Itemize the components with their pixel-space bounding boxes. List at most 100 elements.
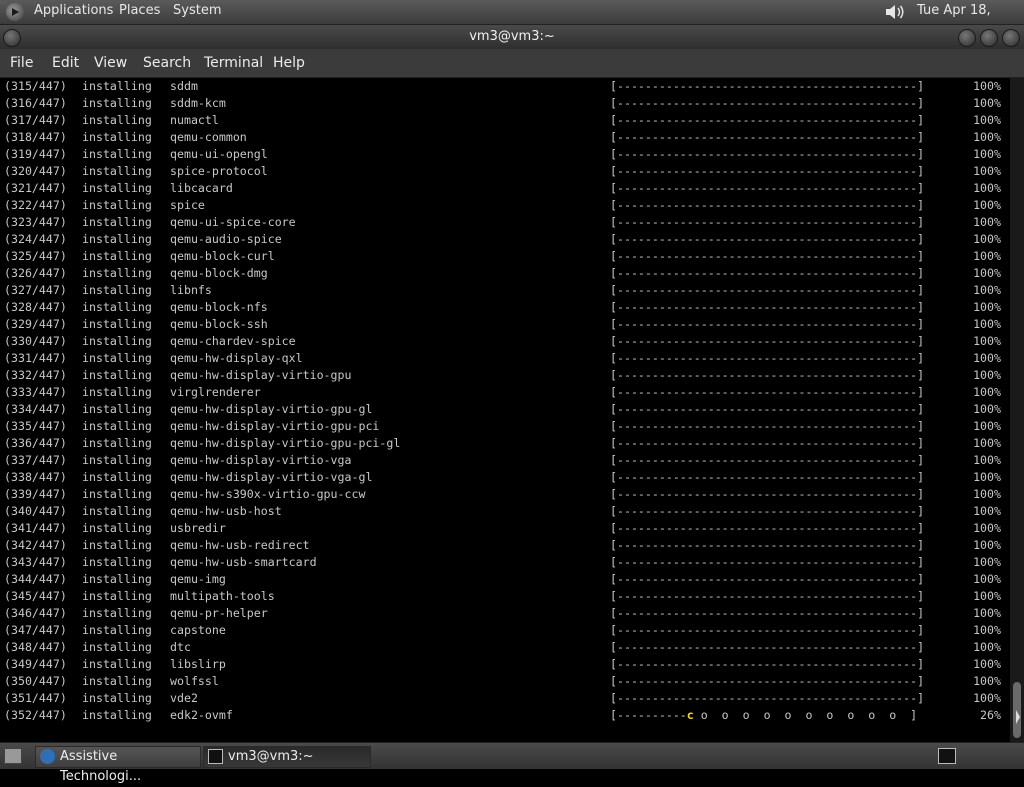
action-label: installing	[82, 181, 152, 195]
progress-percent: 100%	[973, 385, 1001, 399]
terminal-line: (320/447) installing spice-protocol [------…	[4, 163, 1009, 180]
package-name: sddm-kcm	[170, 96, 226, 110]
menu-help[interactable]: Help	[273, 49, 305, 77]
progress-percent: 100%	[973, 657, 1001, 671]
close-button[interactable]	[1002, 29, 1020, 47]
progress-bar: [---------------------------------------…	[610, 198, 925, 212]
progress-bar: [---------------------------------------…	[610, 504, 925, 518]
progress-bar: [---------------------------------------…	[610, 487, 925, 501]
progress-percent: 100%	[973, 147, 1001, 161]
package-index: (324/447)	[4, 232, 67, 246]
places-menu[interactable]: Places	[119, 0, 160, 24]
menu-edit[interactable]: Edit	[52, 49, 79, 77]
package-index: (316/447)	[4, 96, 67, 110]
package-name: libcacard	[170, 181, 233, 195]
terminal-line: (319/447) installing qemu-ui-opengl [------…	[4, 146, 1009, 163]
progress-percent: 100%	[973, 215, 1001, 229]
progress-bar: [---------------------------------------…	[610, 368, 925, 382]
progress-bar: [---------------------------------------…	[610, 147, 925, 161]
terminal-line: (326/447) installing qemu-block-dmg [------…	[4, 265, 1009, 282]
progress-bar: [---------------------------------------…	[610, 623, 925, 637]
taskbar-item-label: vm3@vm3:~	[228, 749, 314, 764]
package-name: qemu-block-curl	[170, 249, 275, 263]
progress-bar: [---------------------------------------…	[610, 453, 925, 467]
action-label: installing	[82, 521, 152, 535]
applications-menu[interactable]: Applications	[34, 0, 113, 24]
taskbar-item-assistive[interactable]: Assistive Technologi...	[35, 746, 201, 784]
package-name: qemu-hw-usb-host	[170, 504, 282, 518]
package-index: (329/447)	[4, 317, 67, 331]
terminal-line: (323/447) installing qemu-ui-spice-core [--…	[4, 214, 1009, 231]
progress-percent: 100%	[973, 249, 1001, 263]
terminal-scrollbar[interactable]	[1010, 78, 1024, 742]
action-label: installing	[82, 657, 152, 671]
menu-file[interactable]: File	[10, 49, 33, 77]
progress-percent: 100%	[973, 691, 1001, 705]
progress-percent: 100%	[973, 538, 1001, 552]
action-label: installing	[82, 96, 152, 110]
progress-bar: [---------------------------------------…	[610, 419, 925, 433]
package-index: (339/447)	[4, 487, 67, 501]
progress-percent: 100%	[973, 198, 1001, 212]
package-index: (341/447)	[4, 521, 67, 535]
tray-terminal-icon[interactable]	[938, 748, 956, 764]
system-menu[interactable]: System	[173, 0, 221, 24]
terminal-line: (338/447) installing qemu-hw-display-virti…	[4, 469, 1009, 486]
progress-percent: 100%	[973, 368, 1001, 382]
terminal-line: (331/447) installing qemu-hw-display-qxl [-…	[4, 350, 1009, 367]
taskbar-item-terminal[interactable]: vm3@vm3:~	[203, 746, 371, 768]
package-name: qemu-hw-display-qxl	[170, 351, 303, 365]
terminal-line: (315/447) installing sddm [----------------…	[4, 78, 1009, 95]
package-name: qemu-block-ssh	[170, 317, 268, 331]
menu-search[interactable]: Search	[143, 49, 191, 77]
action-label: installing	[82, 453, 152, 467]
distro-logo-icon[interactable]	[6, 3, 24, 21]
progress-percent: 100%	[973, 266, 1001, 280]
package-index: (342/447)	[4, 538, 67, 552]
package-index: (330/447)	[4, 334, 67, 348]
progress-bar: [---------------------------------------…	[610, 674, 925, 688]
action-label: installing	[82, 691, 152, 705]
volume-icon[interactable]	[884, 3, 906, 21]
menubar: File Edit View Search Terminal Help	[0, 49, 1024, 78]
package-name: qemu-hw-display-virtio-gpu-pci-gl	[170, 436, 401, 450]
window-titlebar[interactable]: vm3@vm3:~	[0, 25, 1024, 49]
progress-percent: 100%	[973, 96, 1001, 110]
top-panel: Applications Places System Tue Apr 18, 0…	[0, 0, 1024, 40]
terminal-line: (332/447) installing qemu-hw-display-virti…	[4, 367, 1009, 384]
package-name: qemu-hw-usb-redirect	[170, 538, 310, 552]
progress-bar: [---------------------------------------…	[610, 640, 925, 654]
package-name: qemu-hw-display-virtio-gpu-gl	[170, 402, 373, 416]
terminal-icon	[208, 749, 223, 764]
package-index: (319/447)	[4, 147, 67, 161]
package-index: (327/447)	[4, 283, 67, 297]
progress-bar: [---------------------------------------…	[610, 470, 925, 484]
maximize-button[interactable]	[980, 29, 998, 47]
terminal-line: (342/447) installing qemu-hw-usb-redirect […	[4, 537, 1009, 554]
menu-view[interactable]: View	[94, 49, 127, 77]
terminal-line: (316/447) installing sddm-kcm [------------…	[4, 95, 1009, 112]
package-index: (334/447)	[4, 402, 67, 416]
package-name: libslirp	[170, 657, 226, 671]
progress-bar: [---------------------------------------…	[610, 606, 925, 620]
terminal-line: (339/447) installing qemu-hw-s390x-virtio-…	[4, 486, 1009, 503]
action-label: installing	[82, 640, 152, 654]
action-label: installing	[82, 249, 152, 263]
action-label: installing	[82, 368, 152, 382]
minimize-button[interactable]	[958, 29, 976, 47]
progress-bar: [---------------------------------------…	[610, 521, 925, 535]
action-label: installing	[82, 589, 152, 603]
terminal-output[interactable]: (315/447) installing sddm [----------------…	[0, 78, 1010, 742]
progress-bar: [---------------------------------------…	[610, 113, 925, 127]
progress-bar: [---------------------------------------…	[610, 436, 925, 450]
show-desktop-icon[interactable]	[4, 748, 22, 764]
progress-percent: 100%	[973, 640, 1001, 654]
package-index: (337/447)	[4, 453, 67, 467]
progress-bar: [---------------------------------------…	[610, 266, 925, 280]
progress-bar: [---------------------------------------…	[610, 96, 925, 110]
progress-percent: 100%	[973, 402, 1001, 416]
menu-terminal[interactable]: Terminal	[204, 49, 263, 77]
progress-percent: 100%	[973, 419, 1001, 433]
package-index: (322/447)	[4, 198, 67, 212]
progress-percent: 100%	[973, 504, 1001, 518]
